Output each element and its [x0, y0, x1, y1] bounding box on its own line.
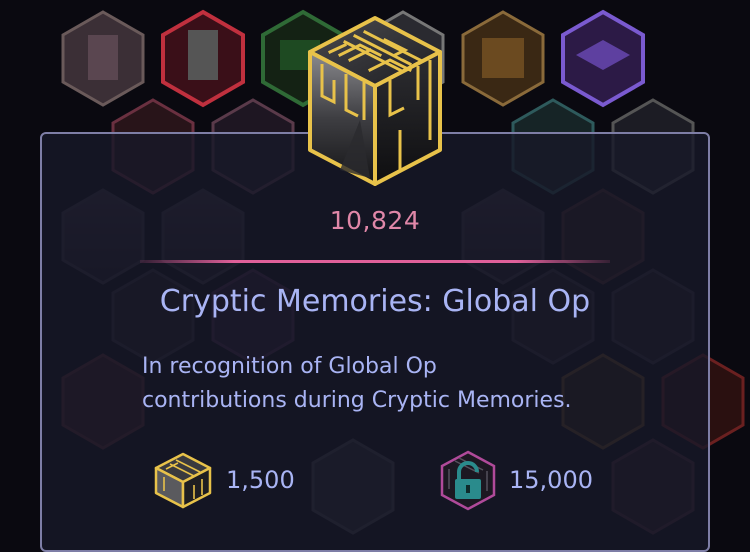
reward-locked-badge: 15,000	[437, 450, 593, 511]
reward-gold-badge: 1,500	[150, 450, 295, 510]
gold-cube-badge-icon	[154, 452, 212, 509]
badge-icon[interactable]	[161, 9, 245, 108]
badge-icon[interactable]	[461, 10, 545, 107]
badge-count: 10,824	[329, 206, 421, 235]
reward-value: 15,000	[509, 466, 593, 494]
badge-icon[interactable]	[61, 10, 145, 107]
description-line: contributions during Cryptic Memories.	[142, 388, 572, 413]
badge-detail-panel	[40, 132, 710, 552]
cryptic-memories-cube-icon	[308, 16, 442, 186]
badge-description: In recognition of Global Op contribution…	[142, 350, 622, 418]
reward-value: 1,500	[226, 466, 295, 494]
badge-icon[interactable]	[561, 9, 645, 108]
badge-title: Cryptic Memories: Global Op	[159, 284, 591, 319]
divider	[140, 260, 610, 263]
description-line: In recognition of Global Op	[142, 354, 437, 379]
locked-badge-icon	[440, 450, 496, 511]
